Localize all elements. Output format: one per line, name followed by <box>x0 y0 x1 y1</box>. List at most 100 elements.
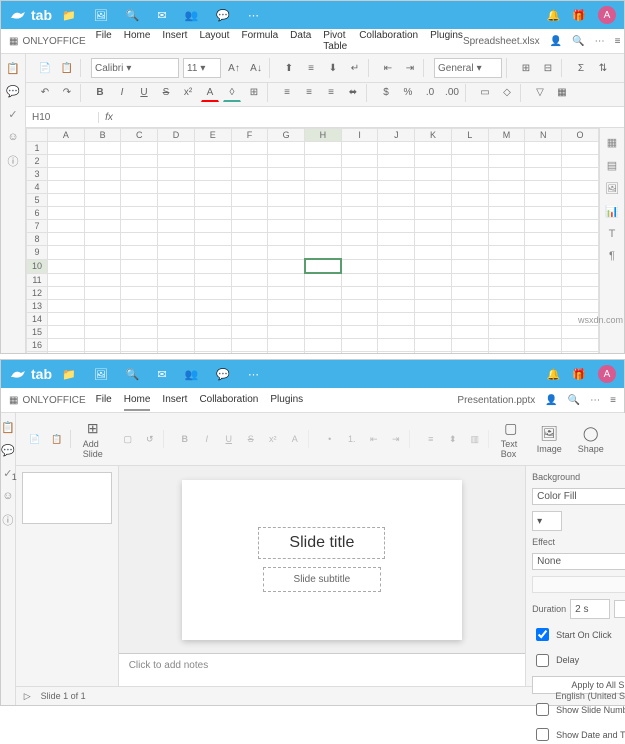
cell[interactable] <box>562 194 599 207</box>
cell[interactable] <box>84 220 121 233</box>
user-avatar[interactable]: A <box>598 365 616 383</box>
cell[interactable] <box>84 300 121 313</box>
cell[interactable] <box>488 246 525 260</box>
cell[interactable] <box>268 313 305 326</box>
cell[interactable] <box>378 352 415 354</box>
cell[interactable] <box>84 155 121 168</box>
cell[interactable] <box>158 168 195 181</box>
cell[interactable] <box>268 259 305 273</box>
align-center-icon[interactable]: ≡ <box>300 84 318 102</box>
col-header[interactable]: M <box>488 129 525 142</box>
cell[interactable] <box>268 181 305 194</box>
find-icon[interactable]: 🔍 <box>572 36 584 47</box>
cell[interactable] <box>194 300 231 313</box>
cell[interactable] <box>231 313 268 326</box>
number-format-select[interactable]: General▾ <box>434 58 502 78</box>
cell[interactable] <box>488 181 525 194</box>
mail-icon[interactable]: ✉ <box>157 368 166 381</box>
cell[interactable] <box>341 233 378 246</box>
cell[interactable] <box>525 300 562 313</box>
borders-icon[interactable]: ⊞ <box>245 84 263 102</box>
row-header[interactable]: 4 <box>27 181 48 194</box>
menu-tab-data[interactable]: Data <box>290 26 311 56</box>
cell[interactable] <box>231 181 268 194</box>
cell[interactable] <box>231 142 268 155</box>
cell[interactable] <box>231 155 268 168</box>
cell[interactable] <box>562 259 599 273</box>
cell[interactable] <box>158 273 195 287</box>
cell[interactable] <box>84 339 121 352</box>
cell[interactable] <box>231 273 268 287</box>
cell[interactable] <box>84 287 121 300</box>
cell[interactable] <box>341 142 378 155</box>
cell[interactable] <box>305 273 342 287</box>
align-top-icon[interactable]: ⬆ <box>280 59 298 77</box>
cell[interactable] <box>525 273 562 287</box>
cell[interactable] <box>525 246 562 260</box>
cell[interactable] <box>194 326 231 339</box>
cell[interactable] <box>378 326 415 339</box>
preview-button[interactable]: Preview <box>614 600 625 618</box>
cell[interactable] <box>488 313 525 326</box>
cell[interactable] <box>48 155 85 168</box>
cell[interactable] <box>378 287 415 300</box>
cell[interactable] <box>305 352 342 354</box>
clear-icon[interactable]: ◇ <box>498 84 516 102</box>
strike-icon[interactable]: S <box>157 84 175 102</box>
row-header[interactable]: 5 <box>27 194 48 207</box>
more-menu-icon[interactable]: ⋯ <box>595 36 605 47</box>
fx-icon[interactable]: fx <box>99 112 119 123</box>
cell[interactable] <box>415 339 452 352</box>
cell[interactable] <box>231 300 268 313</box>
row-header[interactable]: 15 <box>27 326 48 339</box>
cell[interactable] <box>48 300 85 313</box>
align-left-icon[interactable]: ≡ <box>278 84 296 102</box>
cell[interactable] <box>158 181 195 194</box>
cell[interactable] <box>121 233 158 246</box>
cell[interactable] <box>488 326 525 339</box>
search-icon[interactable]: 🔍 <box>126 9 140 22</box>
table-settings-icon[interactable]: ▤ <box>607 159 617 172</box>
cell[interactable] <box>378 246 415 260</box>
info-icon[interactable]: ⓘ <box>2 512 13 528</box>
cell-grid[interactable]: ABCDEFGHIJKLMNO1234567891011121314151617… <box>26 128 599 353</box>
cell[interactable] <box>121 287 158 300</box>
cell[interactable] <box>194 339 231 352</box>
chat-icon[interactable]: 💬 <box>216 9 230 22</box>
cell[interactable] <box>488 273 525 287</box>
chart-settings-icon[interactable]: 📊 <box>605 205 619 218</box>
cell[interactable] <box>268 287 305 300</box>
cell[interactable] <box>488 220 525 233</box>
textbox-button[interactable]: ▢ Text Box <box>497 417 525 461</box>
language-select[interactable]: English (United States) <box>555 691 625 701</box>
gift-icon[interactable]: 🎁 <box>572 368 586 381</box>
col-header[interactable]: C <box>121 129 158 142</box>
cell[interactable] <box>562 207 599 220</box>
cell[interactable] <box>562 273 599 287</box>
cell[interactable] <box>451 287 488 300</box>
cell[interactable] <box>562 339 599 352</box>
menu-tab-home[interactable]: Home <box>124 26 151 56</box>
cell[interactable] <box>451 233 488 246</box>
cell[interactable] <box>231 326 268 339</box>
cell[interactable] <box>194 233 231 246</box>
row-header[interactable]: 11 <box>27 273 48 287</box>
cell[interactable] <box>121 194 158 207</box>
cell[interactable] <box>451 313 488 326</box>
cell[interactable] <box>84 326 121 339</box>
cell[interactable] <box>488 287 525 300</box>
start-on-click-checkbox[interactable] <box>536 628 549 641</box>
cell[interactable] <box>194 287 231 300</box>
font-family-select[interactable]: Calibri▾ <box>91 58 179 78</box>
cell[interactable] <box>268 300 305 313</box>
cell[interactable] <box>121 155 158 168</box>
cell[interactable] <box>305 326 342 339</box>
cell[interactable] <box>158 287 195 300</box>
name-box[interactable]: H10 <box>26 112 99 123</box>
underline-icon[interactable]: U <box>135 84 153 102</box>
search-icon[interactable]: 🔍 <box>126 368 140 381</box>
col-header[interactable]: J <box>378 129 415 142</box>
cell[interactable] <box>268 273 305 287</box>
cell[interactable] <box>121 339 158 352</box>
cell[interactable] <box>268 352 305 354</box>
